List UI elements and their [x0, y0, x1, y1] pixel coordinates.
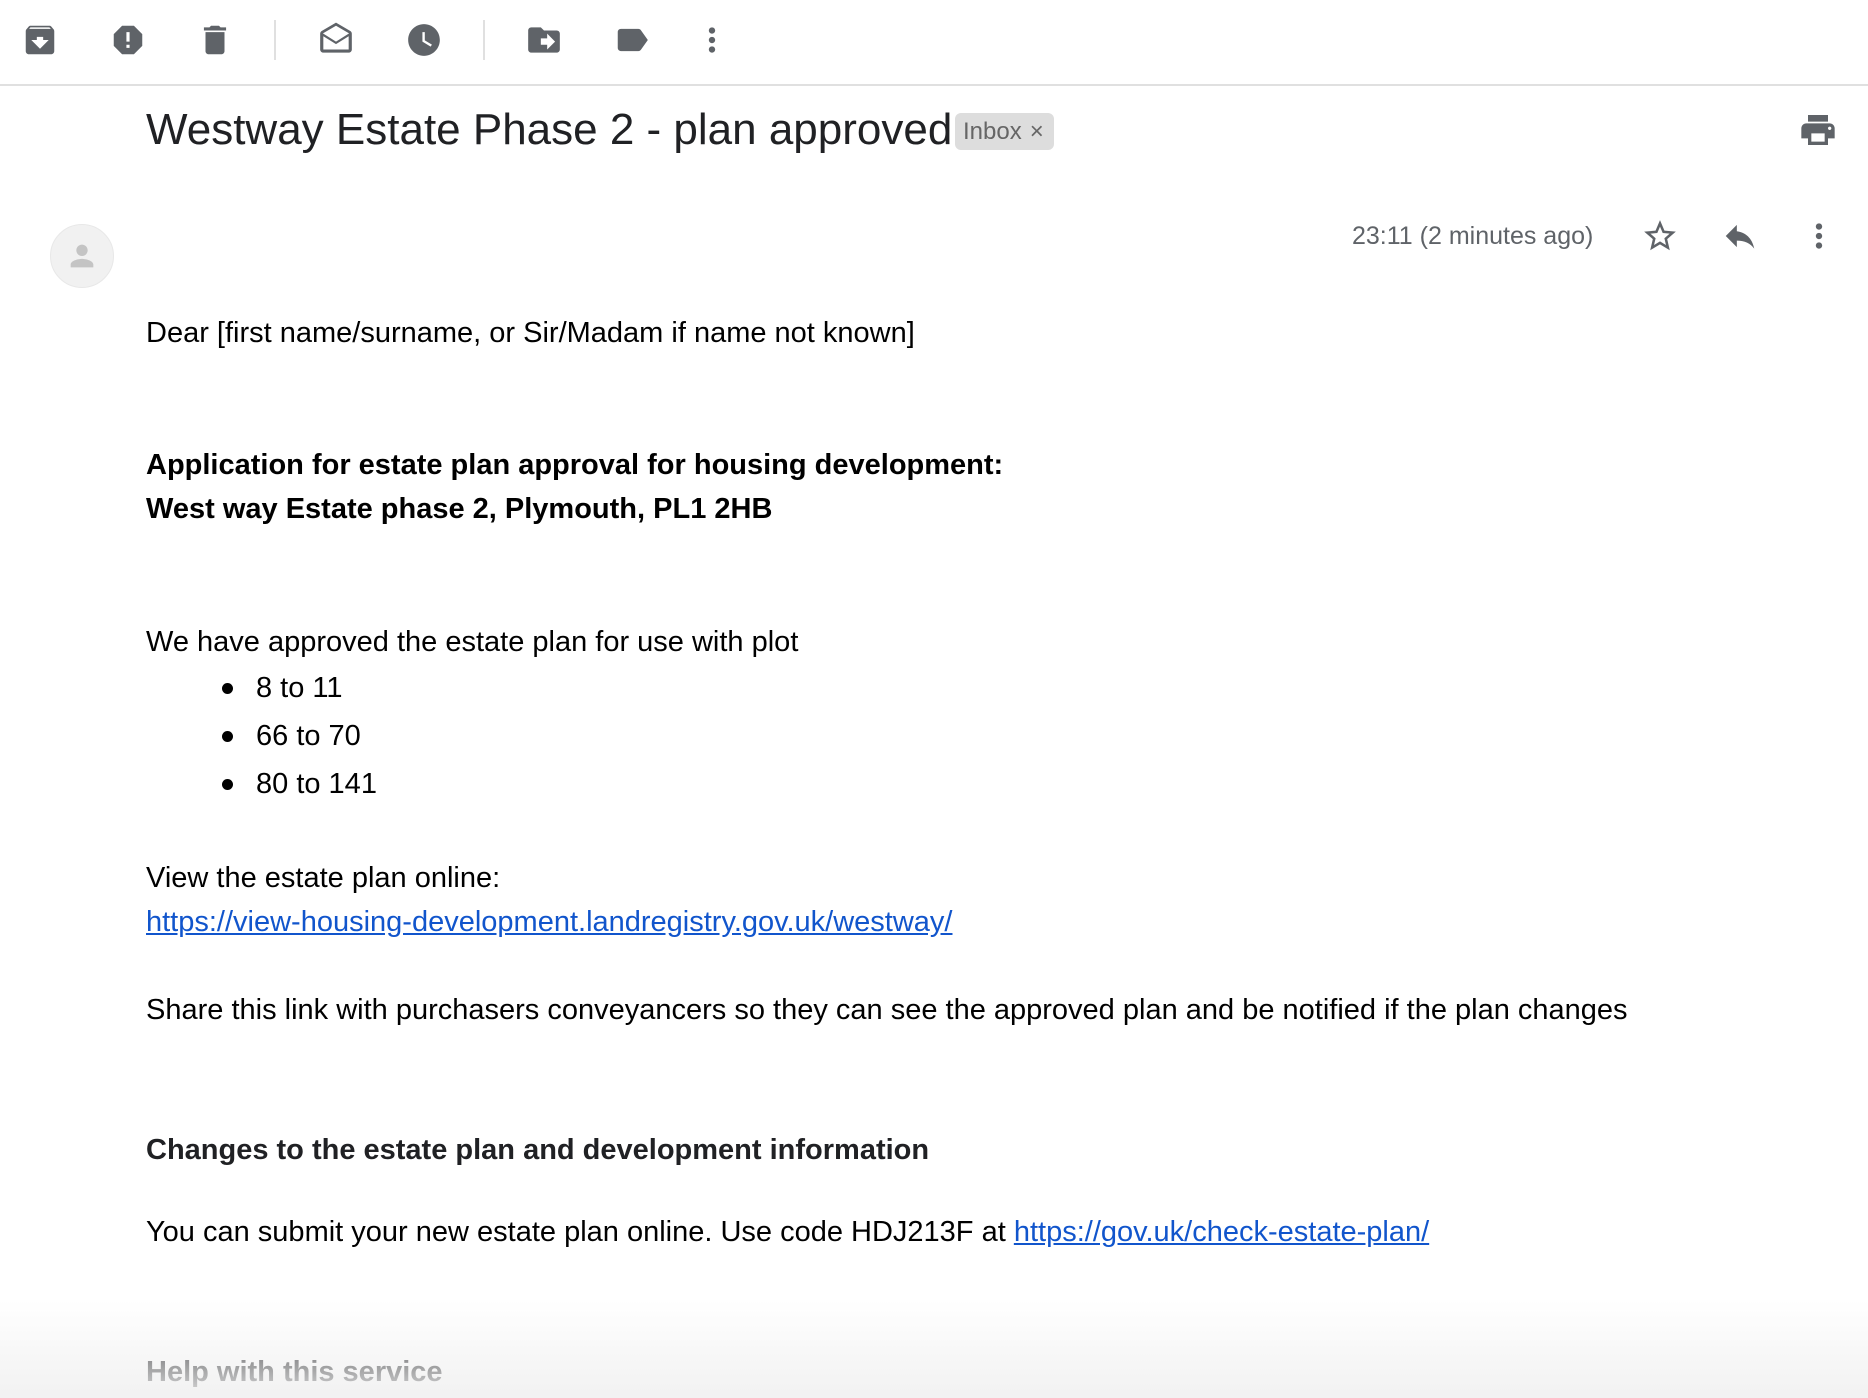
view-online-label: View the estate plan online: — [146, 862, 501, 894]
move-to-icon — [528, 27, 560, 53]
submit-line: You can submit your new estate plan onli… — [146, 1212, 1429, 1252]
application-title-line1: Application for estate plan approval for… — [146, 449, 1004, 481]
plot-list-item: 80 to 141 — [146, 764, 377, 812]
label-chip-text: Inbox — [963, 117, 1022, 145]
bullet — [222, 731, 233, 742]
submit-text: You can submit your new estate plan onli… — [146, 1216, 1014, 1248]
plot-range: 66 to 70 — [256, 720, 361, 752]
email-subject: Westway Estate Phase 2 - plan approved — [146, 105, 953, 154]
star-button[interactable] — [1636, 212, 1684, 260]
person-icon — [70, 244, 94, 268]
star-outline-icon — [1644, 220, 1676, 251]
snooze-icon — [408, 24, 440, 56]
application-title-line2: West way Estate phase 2, Plymouth, PL1 2… — [146, 493, 773, 525]
report-spam-icon — [113, 25, 143, 55]
print-icon — [1801, 115, 1835, 145]
snooze-button[interactable] — [400, 16, 448, 64]
toolbar — [0, 0, 1868, 86]
delete-button[interactable] — [191, 16, 239, 64]
email-timestamp: 23:11 (2 minutes ago) — [1352, 222, 1594, 250]
plot-range: 80 to 141 — [256, 768, 377, 800]
more-vert-icon — [1815, 223, 1823, 249]
toolbar-divider — [274, 20, 276, 60]
share-text: Share this link with purchasers conveyan… — [146, 994, 1628, 1026]
message-more-button[interactable] — [1795, 212, 1843, 260]
plot-list-item: 66 to 70 — [146, 716, 377, 764]
greeting: Dear [first name/surname, or Sir/Madam i… — [146, 317, 915, 349]
view-online-line: https://view-housing-development.landreg… — [146, 902, 952, 942]
plot-list-item: 8 to 11 — [146, 668, 377, 716]
reply-button[interactable] — [1716, 212, 1764, 260]
changes-heading: Changes to the estate plan and developme… — [146, 1134, 930, 1166]
more-actions-button[interactable] — [688, 16, 736, 64]
mark-as-read-button[interactable] — [312, 16, 360, 64]
toolbar-divider — [483, 20, 485, 60]
help-heading: Help with this service — [146, 1356, 443, 1388]
move-to-button[interactable] — [520, 16, 568, 64]
report-spam-button[interactable] — [104, 16, 152, 64]
sender-avatar[interactable] — [50, 224, 114, 288]
plot-range: 8 to 11 — [256, 672, 343, 704]
check-estate-plan-link[interactable]: https://gov.uk/check-estate-plan/ — [1014, 1216, 1429, 1248]
print-button[interactable] — [1794, 106, 1842, 154]
estate-plan-link[interactable]: https://view-housing-development.landreg… — [146, 906, 952, 938]
reply-icon — [1725, 224, 1755, 249]
labels-button[interactable] — [608, 16, 656, 64]
bullet — [222, 683, 233, 694]
inbox-label-chip[interactable]: Inbox × — [955, 113, 1054, 150]
delete-icon — [203, 25, 227, 55]
archive-button[interactable] — [16, 16, 64, 64]
label-icon — [617, 28, 648, 52]
plot-list: 8 to 11 66 to 70 80 to 141 — [146, 668, 377, 812]
more-vert-icon — [708, 27, 716, 53]
mark-as-read-icon — [320, 22, 352, 53]
archive-icon — [25, 25, 55, 55]
bullet — [222, 779, 233, 790]
remove-label-icon[interactable]: × — [1030, 118, 1044, 146]
approval-intro: We have approved the estate plan for use… — [146, 626, 799, 658]
